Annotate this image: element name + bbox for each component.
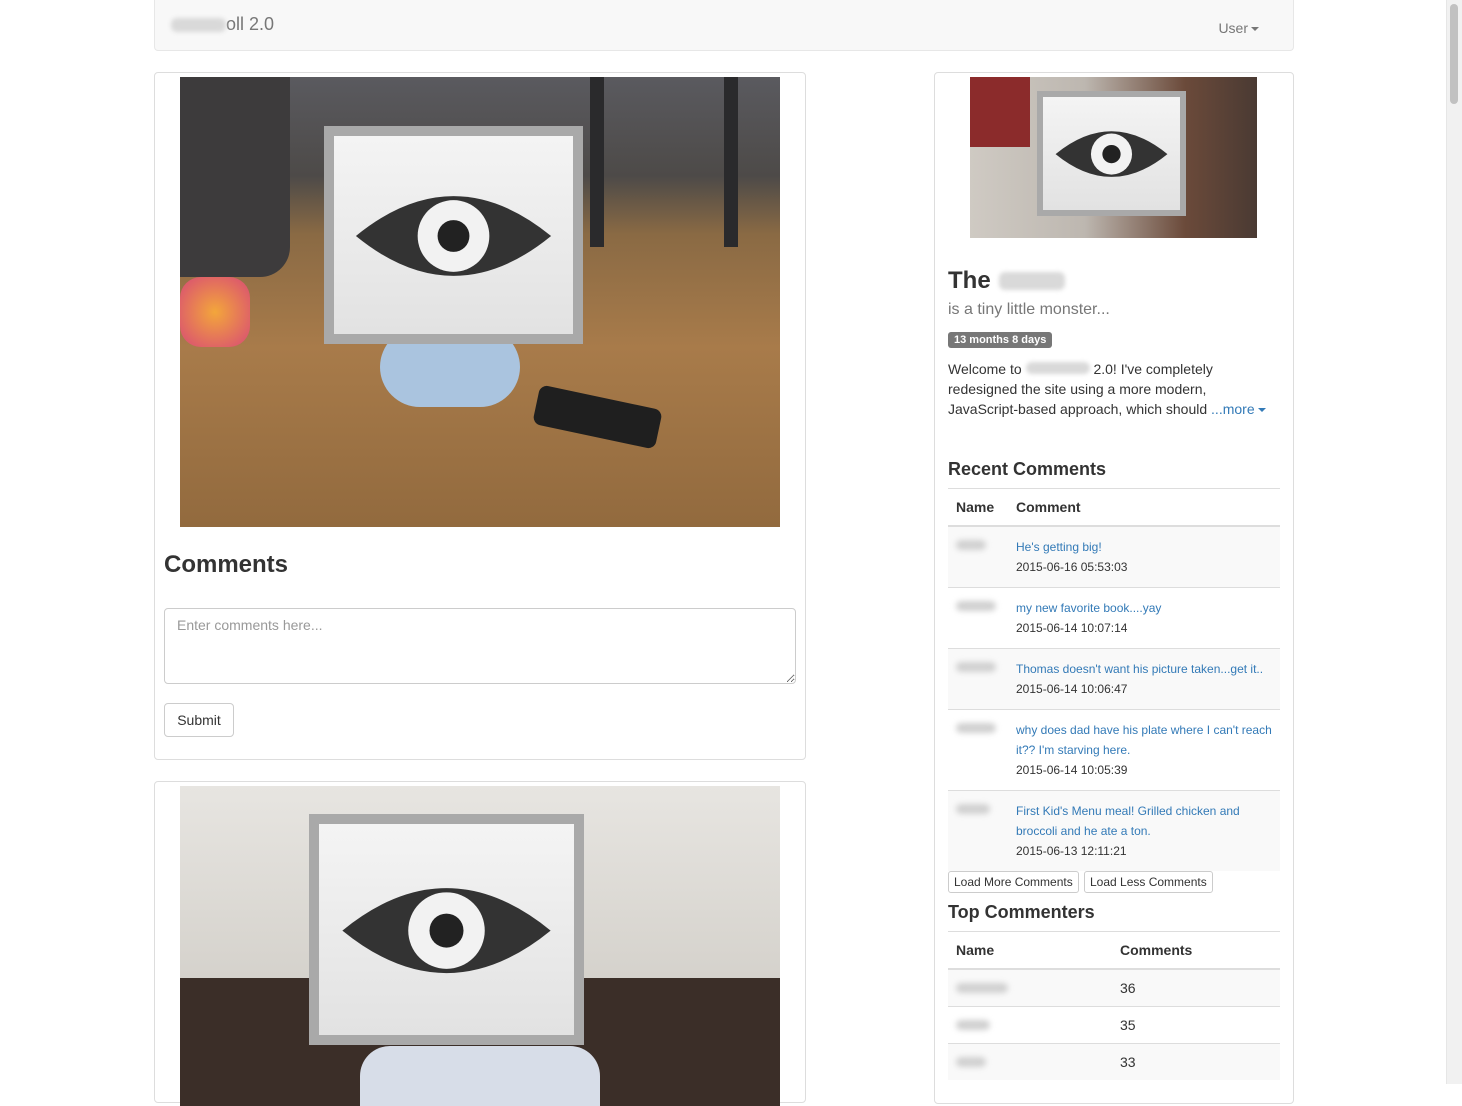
profile-photo[interactable] xyxy=(970,77,1257,238)
commenter-name xyxy=(948,1006,1112,1044)
post-photo[interactable] xyxy=(180,786,780,1106)
post-photo[interactable] xyxy=(180,77,780,527)
caret-down-icon xyxy=(1251,27,1259,32)
table-row: First Kid's Menu meal! Grilled chicken a… xyxy=(948,790,1280,871)
more-link[interactable]: ...more xyxy=(1211,401,1266,417)
comments-count-header: Comments xyxy=(1112,931,1280,970)
comment-date: 2015-06-13 12:11:21 xyxy=(1016,844,1127,858)
face-redaction xyxy=(1037,91,1186,216)
toy-shelf-shape xyxy=(970,77,1030,147)
table-row: my new favorite book....yay 2015-06-14 1… xyxy=(948,587,1280,649)
comment-cell: He's getting big! 2015-06-16 05:53:03 xyxy=(1008,525,1280,588)
more-link-label: ...more xyxy=(1211,401,1255,417)
user-menu-label: User xyxy=(1218,20,1248,36)
post-panel xyxy=(154,781,806,1106)
caret-down-icon xyxy=(1257,408,1266,413)
commenter-redacted xyxy=(956,1020,990,1030)
table-row: 35 xyxy=(948,1006,1280,1044)
commenter-name xyxy=(948,968,1112,1007)
table-row: Thomas doesn't want his picture taken...… xyxy=(948,648,1280,710)
recent-comments-heading: Recent Comments xyxy=(948,459,1107,479)
comment-input[interactable] xyxy=(164,608,796,684)
toy-shape xyxy=(180,277,250,347)
intro-text: Welcome to 2.0! I've completely redesign… xyxy=(948,359,1278,419)
comment-link[interactable]: my new favorite book....yay xyxy=(1016,601,1161,615)
comment-link[interactable]: He's getting big! xyxy=(1016,540,1102,554)
commenter-redacted xyxy=(956,540,986,550)
comment-count: 36 xyxy=(1112,968,1280,1007)
comment-count: 35 xyxy=(1112,1006,1280,1044)
comment-count: 33 xyxy=(1112,1043,1280,1080)
scrollbar-thumb[interactable] xyxy=(1450,4,1458,104)
child-shirt-shape xyxy=(360,1046,600,1106)
face-redaction xyxy=(309,814,584,1045)
brand-text: oll 2.0 xyxy=(226,14,275,34)
load-less-comments-button[interactable]: Load Less Comments xyxy=(1084,871,1213,893)
intro-prefix: Welcome to xyxy=(948,361,1022,377)
name-header: Name xyxy=(948,931,1112,970)
comment-date: 2015-06-16 05:53:03 xyxy=(1016,560,1128,574)
submit-button[interactable]: Submit xyxy=(164,703,234,737)
couch-shape xyxy=(180,77,290,277)
comments-heading: Comments xyxy=(164,551,289,578)
comment-link[interactable]: why does dad have his plate where I can'… xyxy=(1016,723,1272,757)
commenter-name xyxy=(948,790,1008,871)
post-panel: Comments Submit xyxy=(154,72,806,760)
table-row: He's getting big! 2015-06-16 05:53:03 xyxy=(948,525,1280,588)
name-header: Name xyxy=(948,488,1008,527)
comment-link[interactable]: Thomas doesn't want his picture taken...… xyxy=(1016,662,1263,676)
comment-link[interactable]: First Kid's Menu meal! Grilled chicken a… xyxy=(1016,804,1240,838)
comment-cell: Thomas doesn't want his picture taken...… xyxy=(1008,648,1280,710)
table-header-row: Name Comments xyxy=(948,931,1280,970)
profile-tagline: is a tiny little monster... xyxy=(948,301,1110,318)
remote-shape xyxy=(532,384,663,450)
commenter-name xyxy=(948,525,1008,588)
page-scrollbar[interactable] xyxy=(1446,0,1462,1084)
profile-name: The xyxy=(948,267,1065,295)
recent-comments-table: Name Comment He's getting big! 2015-06-1… xyxy=(948,488,1280,871)
table-row: 33 xyxy=(948,1043,1280,1080)
commenter-name xyxy=(948,587,1008,649)
comment-date: 2015-06-14 10:06:47 xyxy=(1016,682,1128,696)
comment-date: 2015-06-14 10:07:14 xyxy=(1016,621,1128,635)
commenter-redacted xyxy=(956,662,996,672)
table-header-row: Name Comment xyxy=(948,488,1280,527)
comment-header: Comment xyxy=(1008,488,1280,527)
table-row: why does dad have his plate where I can'… xyxy=(948,709,1280,791)
face-redaction xyxy=(324,126,583,344)
load-more-comments-button[interactable]: Load More Comments xyxy=(948,871,1079,893)
commenter-redacted xyxy=(956,1057,986,1067)
commenter-name xyxy=(948,1043,1112,1080)
top-commenters-table: Name Comments 36 35 33 xyxy=(948,931,1280,1080)
top-commenters-heading: Top Commenters xyxy=(948,902,1095,922)
brand-redacted xyxy=(171,17,226,32)
eye-icon xyxy=(1055,131,1168,177)
navbar: oll 2.0 User xyxy=(154,0,1294,51)
profile-name-prefix: The xyxy=(948,267,991,294)
eye-icon xyxy=(342,888,551,974)
comment-cell: why does dad have his plate where I can'… xyxy=(1008,709,1280,791)
site-name-redacted xyxy=(1025,362,1090,374)
user-dropdown[interactable]: User xyxy=(1218,20,1259,36)
commenter-redacted xyxy=(956,601,996,611)
commenter-redacted xyxy=(956,804,990,814)
eye-icon xyxy=(355,196,552,276)
comment-cell: my new favorite book....yay 2015-06-14 1… xyxy=(1008,587,1280,649)
commenter-name xyxy=(948,709,1008,791)
brand-link[interactable]: oll 2.0 xyxy=(171,14,274,35)
commenter-name xyxy=(948,648,1008,710)
table-row: 36 xyxy=(948,968,1280,1007)
age-badge: 13 months 8 days xyxy=(948,332,1053,348)
commenter-redacted xyxy=(956,983,1008,993)
commenter-redacted xyxy=(956,723,996,733)
profile-sidebar: The is a tiny little monster... 13 month… xyxy=(934,72,1294,1104)
profile-name-redacted xyxy=(998,272,1065,290)
comment-date: 2015-06-14 10:05:39 xyxy=(1016,763,1128,777)
comment-cell: First Kid's Menu meal! Grilled chicken a… xyxy=(1008,790,1280,871)
chair-shape xyxy=(590,77,738,247)
